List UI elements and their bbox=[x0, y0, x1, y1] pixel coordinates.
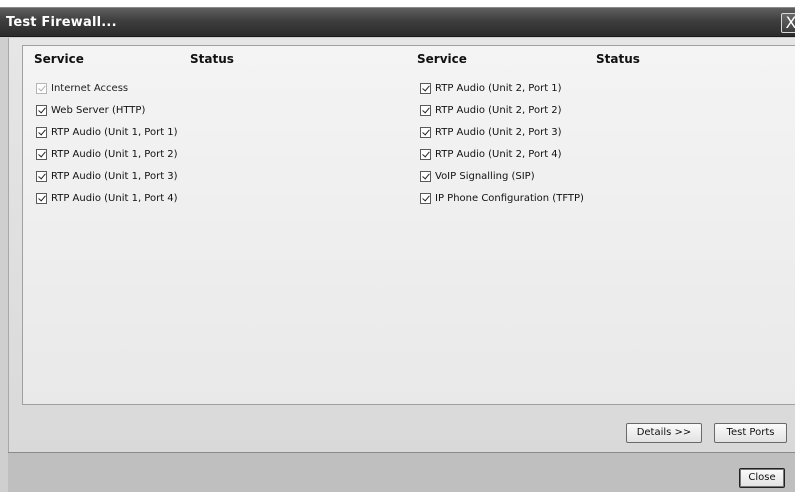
service-row-rtp-unit2-port2[interactable]: RTP Audio (Unit 2, Port 2) bbox=[420, 102, 562, 118]
checkbox-icon[interactable] bbox=[36, 104, 47, 116]
checkbox-icon[interactable] bbox=[420, 192, 431, 204]
service-label: RTP Audio (Unit 1, Port 4) bbox=[51, 192, 178, 204]
checkbox-icon[interactable] bbox=[36, 148, 47, 160]
firewall-results-panel: Service Status Service Status Internet A… bbox=[22, 45, 795, 405]
checkbox-icon bbox=[36, 82, 47, 94]
checkbox-icon[interactable] bbox=[420, 148, 431, 160]
close-window-icon[interactable]: X bbox=[781, 13, 795, 33]
service-label: IP Phone Configuration (TFTP) bbox=[435, 192, 584, 204]
test-ports-button[interactable]: Test Ports bbox=[714, 423, 787, 443]
service-label: RTP Audio (Unit 1, Port 2) bbox=[51, 148, 178, 160]
column-header-service-left: Service bbox=[34, 52, 84, 66]
service-row-rtp-unit2-port1[interactable]: RTP Audio (Unit 2, Port 1) bbox=[420, 80, 562, 96]
service-label: VoIP Signalling (SIP) bbox=[435, 170, 535, 182]
dialog-footer: Close bbox=[8, 452, 795, 492]
column-header-service-right: Service bbox=[417, 52, 467, 66]
service-row-rtp-unit1-port2[interactable]: RTP Audio (Unit 1, Port 2) bbox=[36, 146, 178, 162]
window-title: Test Firewall... bbox=[6, 15, 117, 30]
service-label: RTP Audio (Unit 2, Port 3) bbox=[435, 126, 562, 138]
service-label: RTP Audio (Unit 2, Port 4) bbox=[435, 148, 562, 160]
service-label: RTP Audio (Unit 1, Port 3) bbox=[51, 170, 178, 182]
close-button[interactable]: Close bbox=[739, 468, 785, 488]
details-button[interactable]: Details >> bbox=[626, 423, 702, 443]
service-label: Internet Access bbox=[51, 82, 129, 94]
service-row-rtp-unit1-port1[interactable]: RTP Audio (Unit 1, Port 1) bbox=[36, 124, 178, 140]
column-header-status-right: Status bbox=[596, 52, 640, 66]
service-row-ip-phone-tftp[interactable]: IP Phone Configuration (TFTP) bbox=[420, 190, 584, 206]
checkbox-icon[interactable] bbox=[420, 104, 431, 116]
service-row-web-server[interactable]: Web Server (HTTP) bbox=[36, 102, 145, 118]
title-bar: Test Firewall... X bbox=[0, 7, 795, 37]
dialog-body: Service Status Service Status Internet A… bbox=[8, 38, 795, 452]
service-row-rtp-unit1-port3[interactable]: RTP Audio (Unit 1, Port 3) bbox=[36, 168, 178, 184]
service-label: RTP Audio (Unit 1, Port 1) bbox=[51, 126, 178, 138]
checkbox-icon[interactable] bbox=[36, 126, 47, 138]
service-row-rtp-unit1-port4[interactable]: RTP Audio (Unit 1, Port 4) bbox=[36, 190, 178, 206]
test-firewall-dialog: Test Firewall... X Service Status Servic… bbox=[0, 7, 795, 492]
column-header-status-left: Status bbox=[190, 52, 234, 66]
checkbox-icon[interactable] bbox=[420, 126, 431, 138]
checkbox-icon[interactable] bbox=[420, 82, 431, 94]
service-label: Web Server (HTTP) bbox=[51, 104, 146, 116]
service-row-voip-sip[interactable]: VoIP Signalling (SIP) bbox=[420, 168, 535, 184]
service-label: RTP Audio (Unit 2, Port 2) bbox=[435, 104, 562, 116]
service-row-internet-access: Internet Access bbox=[36, 80, 128, 96]
service-label: RTP Audio (Unit 2, Port 1) bbox=[435, 82, 562, 94]
service-row-rtp-unit2-port3[interactable]: RTP Audio (Unit 2, Port 3) bbox=[420, 124, 562, 140]
checkbox-icon[interactable] bbox=[36, 170, 47, 182]
service-row-rtp-unit2-port4[interactable]: RTP Audio (Unit 2, Port 4) bbox=[420, 146, 562, 162]
checkbox-icon[interactable] bbox=[36, 192, 47, 204]
checkbox-icon[interactable] bbox=[420, 170, 431, 182]
